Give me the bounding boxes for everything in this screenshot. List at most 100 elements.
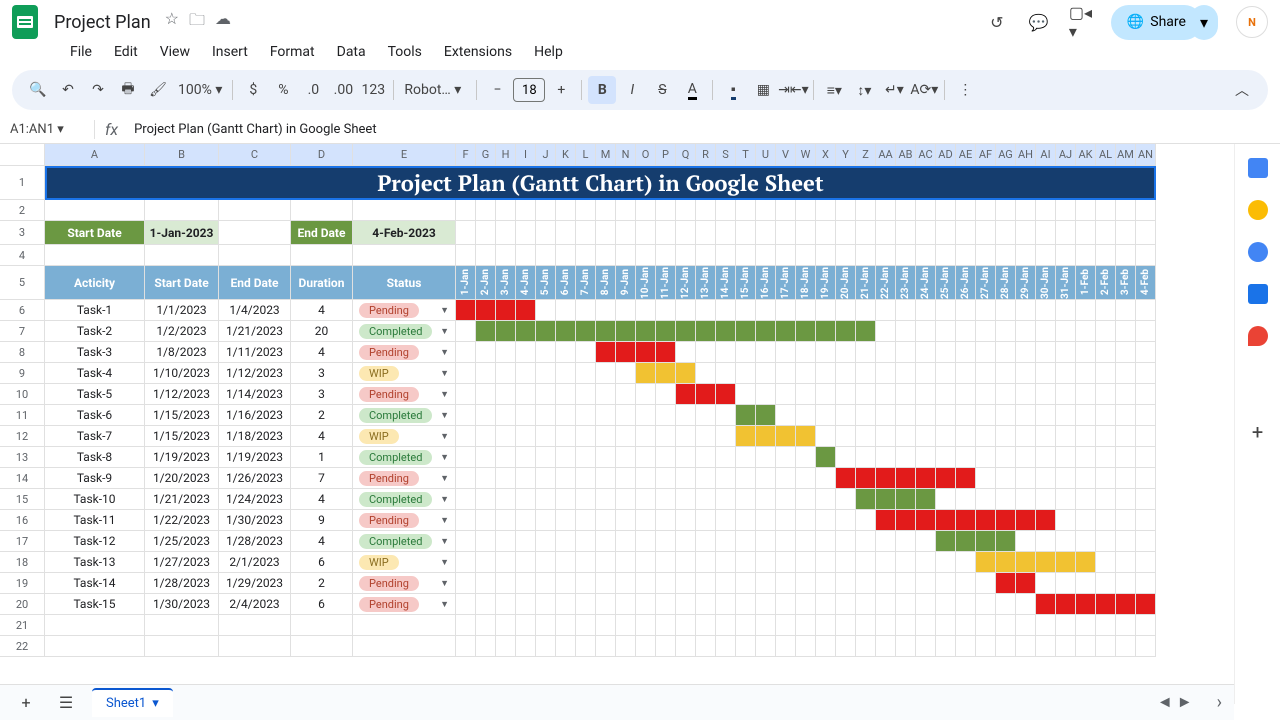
gantt-cell[interactable] [656,384,676,405]
gantt-cell[interactable] [1076,384,1096,405]
gantt-cell[interactable] [796,321,816,342]
gantt-cell[interactable] [956,573,976,594]
gantt-cell[interactable] [716,300,736,321]
gantt-cell[interactable] [976,552,996,573]
gantt-cell[interactable] [596,531,616,552]
gantt-cell[interactable] [696,510,716,531]
gantt-cell[interactable] [476,342,496,363]
gantt-cell[interactable] [976,321,996,342]
gantt-cell[interactable] [496,594,516,615]
gantt-cell[interactable] [616,552,636,573]
move-icon[interactable]: 🗀 [189,9,205,36]
gantt-cell[interactable] [1136,321,1156,342]
task-duration[interactable]: 1 [291,447,353,468]
comments-icon[interactable]: 💬 [1027,10,1051,34]
date-header[interactable]: 20-Jan [836,266,856,300]
col-header[interactable]: T [736,144,756,166]
gantt-cell[interactable] [1056,321,1076,342]
task-status[interactable]: Completed▼ [353,405,456,426]
gantt-cell[interactable] [616,321,636,342]
gantt-cell[interactable] [456,489,476,510]
task-duration[interactable]: 9 [291,510,353,531]
gantt-cell[interactable] [916,447,936,468]
gantt-cell[interactable] [516,342,536,363]
task-end[interactable]: 1/12/2023 [219,363,291,384]
gantt-cell[interactable] [536,573,556,594]
gantt-cell[interactable] [776,594,796,615]
gantt-cell[interactable] [856,300,876,321]
gantt-cell[interactable] [976,594,996,615]
task-duration[interactable]: 20 [291,321,353,342]
row-header[interactable]: 18 [0,552,45,573]
gantt-cell[interactable] [816,594,836,615]
col-header[interactable]: AK [1076,144,1096,166]
task-duration[interactable]: 4 [291,531,353,552]
gantt-cell[interactable] [516,594,536,615]
redo-icon[interactable]: ↷ [84,76,112,104]
gantt-cell[interactable] [936,573,956,594]
gantt-cell[interactable] [616,531,636,552]
gantt-cell[interactable] [496,552,516,573]
task-duration[interactable]: 4 [291,489,353,510]
gantt-cell[interactable] [876,342,896,363]
gantt-cell[interactable] [476,489,496,510]
task-end[interactable]: 1/29/2023 [219,573,291,594]
gantt-cell[interactable] [976,510,996,531]
gantt-cell[interactable] [776,447,796,468]
gantt-cell[interactable] [576,405,596,426]
gantt-cell[interactable] [1096,552,1116,573]
decrease-decimal-icon[interactable]: .0 [299,76,327,104]
gantt-cell[interactable] [936,594,956,615]
col-header[interactable]: Y [836,144,856,166]
gantt-cell[interactable] [996,321,1016,342]
gantt-cell[interactable] [1136,531,1156,552]
gantt-cell[interactable] [1076,594,1096,615]
gantt-cell[interactable] [556,363,576,384]
gantt-cell[interactable] [956,594,976,615]
gantt-cell[interactable] [1016,489,1036,510]
gantt-cell[interactable] [1036,384,1056,405]
gantt-cell[interactable] [596,300,616,321]
gantt-cell[interactable] [696,426,716,447]
gantt-cell[interactable] [776,405,796,426]
gantt-cell[interactable] [796,489,816,510]
gantt-cell[interactable] [896,573,916,594]
gantt-cell[interactable] [916,468,936,489]
gantt-cell[interactable] [656,510,676,531]
task-start[interactable]: 1/12/2023 [145,384,219,405]
task-duration[interactable]: 2 [291,573,353,594]
gantt-cell[interactable] [796,510,816,531]
gantt-cell[interactable] [556,489,576,510]
gantt-cell[interactable] [1056,426,1076,447]
gantt-cell[interactable] [1096,363,1116,384]
gantt-cell[interactable] [616,510,636,531]
gantt-cell[interactable] [716,405,736,426]
gantt-cell[interactable] [776,384,796,405]
gantt-cell[interactable] [1036,489,1056,510]
gantt-cell[interactable] [576,552,596,573]
gantt-cell[interactable] [476,552,496,573]
gantt-cell[interactable] [556,321,576,342]
gantt-cell[interactable] [516,405,536,426]
gantt-cell[interactable] [816,510,836,531]
gantt-cell[interactable] [836,300,856,321]
gantt-cell[interactable] [536,342,556,363]
percent-icon[interactable]: % [269,76,297,104]
gantt-cell[interactable] [836,489,856,510]
gantt-cell[interactable] [956,531,976,552]
doc-title[interactable]: Project Plan [48,10,157,35]
date-header[interactable]: 11-Jan [656,266,676,300]
gantt-cell[interactable] [916,552,936,573]
gantt-cell[interactable] [1036,426,1056,447]
scroll-left-icon[interactable]: ◄ [1157,692,1173,713]
date-header[interactable]: 10-Jan [636,266,656,300]
gantt-cell[interactable] [1116,594,1136,615]
gantt-cell[interactable] [856,468,876,489]
gantt-cell[interactable] [716,510,736,531]
row-header[interactable]: 20 [0,594,45,615]
gantt-cell[interactable] [596,552,616,573]
gantt-cell[interactable] [1136,489,1156,510]
task-start[interactable]: 1/10/2023 [145,363,219,384]
gantt-cell[interactable] [836,531,856,552]
gantt-cell[interactable] [876,447,896,468]
